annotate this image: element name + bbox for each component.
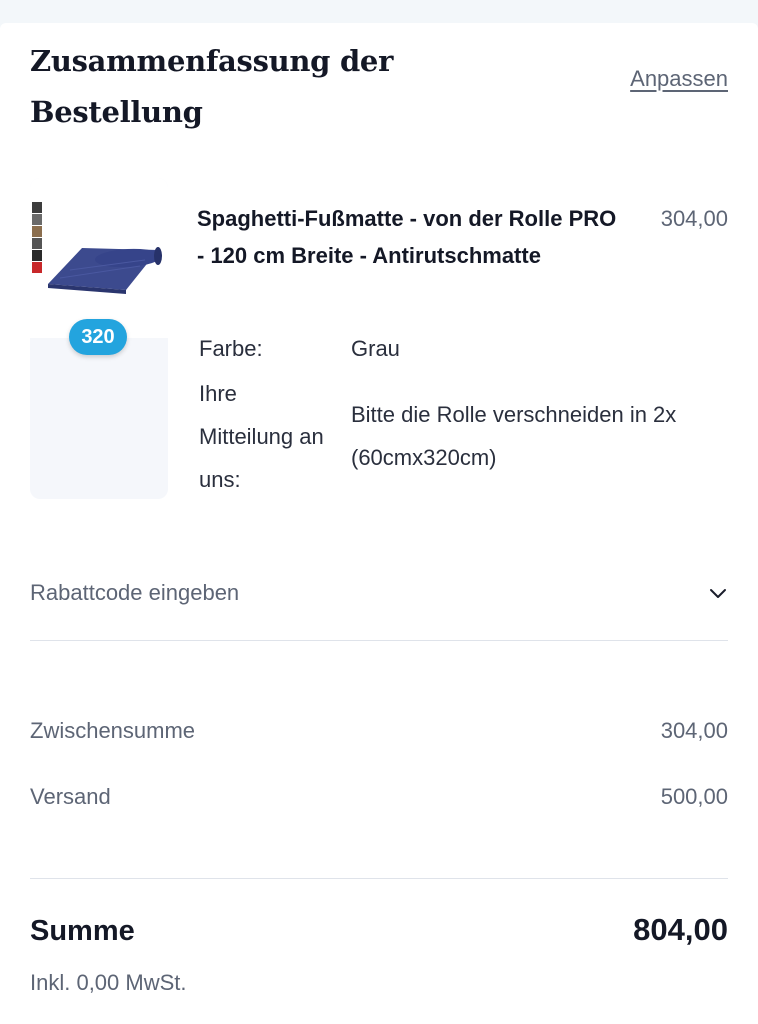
page-title: Zusammenfassung der Bestellung	[30, 44, 394, 129]
subtotal-row: Zwischensumme 304,00	[30, 718, 728, 744]
divider	[30, 640, 728, 641]
tax-note: Inkl. 0,00 MwSt.	[30, 970, 187, 995]
product-name: Spaghetti-Fußmatte - von der Rolle PRO -…	[197, 206, 617, 268]
mat-roll-icon	[48, 247, 162, 294]
attribute-label-color: Farbe:	[199, 336, 263, 361]
attribute-label-message: Ihre Mitteilung an uns:	[199, 381, 324, 492]
shipping-row: Versand 500,00	[30, 784, 728, 810]
subtotal-label: Zwischensumme	[30, 718, 196, 743]
total-row: Summe 804,00	[30, 912, 728, 948]
product-image	[30, 178, 168, 338]
product-thumbnail[interactable]: 320	[30, 178, 168, 499]
subtotal-value: 304,00	[660, 718, 728, 743]
attribute-value-color: Grau	[351, 336, 400, 361]
total-value: 804,00	[633, 912, 728, 947]
quantity-badge: 320	[69, 319, 127, 355]
product-price: 304,00	[660, 206, 728, 231]
shipping-value: 500,00	[660, 784, 728, 809]
total-label: Summe	[30, 915, 135, 947]
edit-cart-link[interactable]: Anpassen	[630, 66, 728, 92]
chevron-down-icon[interactable]	[708, 583, 728, 603]
order-summary-header: Zusammenfassung der Bestellung Anpassen	[30, 36, 728, 138]
discount-code-toggle[interactable]: Rabattcode eingeben	[30, 572, 728, 614]
order-summary-card	[0, 23, 758, 1024]
shipping-label: Versand	[30, 784, 111, 809]
divider	[30, 878, 728, 879]
attribute-value-message: Bitte die Rolle verschneiden in 2x (60cm…	[351, 402, 677, 470]
discount-code-label: Rabattcode eingeben	[30, 580, 240, 605]
